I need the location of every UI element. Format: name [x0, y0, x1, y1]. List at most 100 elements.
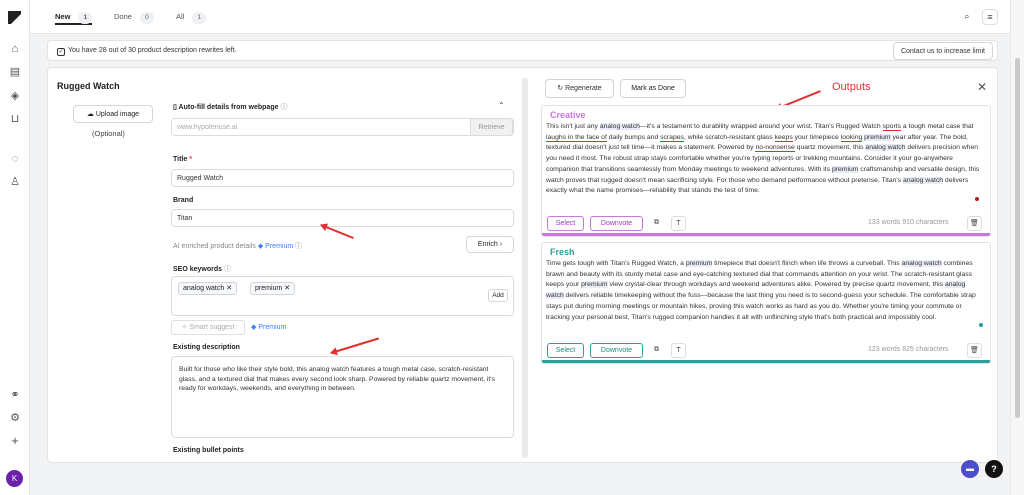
tab-done[interactable]: Done 0: [114, 9, 154, 25]
copy-icon[interactable]: ⧉: [649, 216, 664, 231]
avatar[interactable]: K: [6, 470, 23, 487]
outputs-annotation: Outputs: [832, 81, 871, 93]
enrich-label: Enrich: [477, 241, 498, 248]
cart-icon[interactable]: ⊔: [8, 112, 22, 126]
trash-icon[interactable]: 🗑: [967, 343, 982, 358]
premium-label: Premium: [265, 243, 294, 250]
tab-count: 1: [78, 12, 93, 24]
integrations-icon[interactable]: ⚭: [8, 388, 22, 402]
output-accent-bar: [542, 233, 990, 236]
close-icon[interactable]: ✕: [977, 80, 987, 94]
tab-new[interactable]: New 1: [55, 9, 93, 25]
tab-label: Done: [114, 12, 132, 21]
text-format-icon[interactable]: T: [671, 343, 686, 358]
existing-desc-label: Existing description: [173, 344, 240, 351]
settings-icon[interactable]: ⚙: [8, 411, 22, 425]
optional-label: (Optional): [92, 129, 125, 138]
users-icon[interactable]: ♙: [8, 175, 22, 189]
collapse-chevron-icon[interactable]: ⌃: [498, 101, 505, 110]
seo-keywords-input[interactable]: analog watch ✕ premium ✕ Add: [171, 276, 514, 316]
keyword-text: analog watch: [183, 285, 225, 292]
copy-icon[interactable]: ⧉: [649, 343, 664, 358]
output-heading: Fresh: [550, 247, 575, 257]
output-text[interactable]: This isn't just any analog watch—it's a …: [546, 122, 984, 197]
pane-divider[interactable]: [522, 78, 528, 458]
title-label: Title: [173, 156, 188, 163]
quota-banner: ✓ You have 28 out of 30 product descripti…: [47, 40, 998, 61]
tab-all[interactable]: All 1: [176, 9, 207, 25]
keyword-text: premium: [255, 285, 283, 292]
tab-label: New: [55, 12, 71, 21]
info-icon: ⓘ: [278, 104, 288, 111]
premium-badge: ◆ Premium: [257, 243, 294, 250]
word-count: 123 words 825 characters: [868, 346, 949, 353]
chevron-right-icon: ›: [499, 241, 503, 248]
text-format-icon[interactable]: T: [671, 216, 686, 231]
ai-enriched-wrap: AI enriched product details ◆ Premium ⓘ: [173, 241, 302, 251]
smart-suggest-button[interactable]: ✧ Smart suggest: [171, 320, 245, 335]
required-mark: *: [189, 156, 192, 163]
output-accent-bar: [542, 360, 990, 363]
upload-label: Upload image: [95, 111, 140, 118]
scrollbar-thumb[interactable]: [1015, 58, 1020, 418]
tab-label: All: [176, 12, 185, 21]
status-dot: [979, 323, 983, 327]
url-input[interactable]: www.hypotenuse.ai Retrieve: [171, 118, 514, 136]
remove-icon[interactable]: ✕: [226, 285, 232, 292]
layers-icon[interactable]: ◈: [8, 89, 22, 103]
output-card-fresh: Fresh Time gets tough with Titan's Rugge…: [541, 242, 991, 364]
help-icon[interactable]: ?: [985, 460, 1003, 478]
checkbox-icon: ✓: [57, 48, 65, 56]
enrich-button[interactable]: Enrich ›: [466, 236, 514, 253]
title-field[interactable]: Rugged Watch: [171, 169, 514, 187]
home-icon[interactable]: ⌂: [8, 42, 22, 56]
keyword-chip[interactable]: analog watch ✕: [178, 282, 238, 295]
output-heading: Creative: [550, 110, 586, 120]
downvote-button[interactable]: Downvote: [590, 343, 643, 358]
upload-image-button[interactable]: ☁ Upload image: [73, 105, 153, 123]
mark-as-done-button[interactable]: Mark as Done: [620, 79, 686, 98]
contact-button[interactable]: Contact us to increase limit: [892, 42, 993, 60]
refresh-icon: ↻: [557, 85, 566, 92]
chat-icon[interactable]: ◌: [8, 152, 22, 166]
brand-label: Brand: [173, 197, 194, 204]
select-button[interactable]: Select: [547, 343, 584, 358]
add-icon[interactable]: +: [8, 434, 22, 448]
seo-label: SEO keywords: [173, 266, 223, 273]
filter-icon[interactable]: ≡: [982, 9, 998, 25]
premium-label: Premium: [258, 324, 287, 331]
autofill-label-wrap: ▯ Auto-fill details from webpage ⓘ: [173, 102, 287, 112]
app-logo[interactable]: [8, 11, 21, 24]
cloud-upload-icon: ☁: [86, 111, 96, 118]
existing-description-textarea[interactable]: Built for those who like their style bol…: [171, 356, 514, 438]
page-title: Rugged Watch: [57, 81, 120, 91]
quota-text-wrap: ✓ You have 28 out of 30 product descripti…: [57, 47, 237, 56]
ai-enriched-label: AI enriched product details: [173, 243, 256, 250]
chat-bubble-icon[interactable]: ▬: [961, 460, 979, 478]
status-dot: [975, 197, 979, 201]
regenerate-label: Regenerate: [565, 85, 602, 92]
search-icon[interactable]: ⌕: [959, 9, 975, 25]
output-card-creative: Creative This isn't just any analog watc…: [541, 105, 991, 237]
select-button[interactable]: Select: [547, 216, 584, 231]
brand-field[interactable]: Titan: [171, 209, 514, 227]
bullets-label: Existing bullet points: [173, 447, 244, 454]
document-icon[interactable]: ▤: [8, 65, 22, 79]
trash-icon[interactable]: 🗑: [967, 216, 982, 231]
seo-label-wrap: SEO keywords ⓘ: [173, 264, 231, 274]
word-count: 133 words 910 characters: [868, 219, 949, 226]
page-scrollbar[interactable]: [1010, 0, 1024, 495]
info-icon: ⓘ: [222, 266, 231, 273]
left-nav-rail: ⌂ ▤ ◈ ⊔ ◌ ♙ ⚭ ⚙ + K: [0, 0, 30, 495]
smart-suggest-label: Smart suggest: [189, 324, 235, 331]
top-bar: New 1 Done 0 All 1 ⌕ ≡: [30, 0, 1010, 34]
keyword-chip[interactable]: premium ✕: [250, 282, 296, 295]
output-text[interactable]: Time gets tough with Titan's Rugged Watc…: [546, 259, 984, 323]
regenerate-button[interactable]: ↻ Regenerate: [545, 79, 614, 98]
retrieve-button[interactable]: Retrieve: [470, 118, 513, 136]
downvote-button[interactable]: Downvote: [590, 216, 643, 231]
quota-message: You have 28 out of 30 product descriptio…: [68, 47, 237, 54]
add-keyword-button[interactable]: Add: [488, 289, 508, 302]
remove-icon[interactable]: ✕: [284, 285, 290, 292]
tab-count: 0: [139, 12, 154, 24]
